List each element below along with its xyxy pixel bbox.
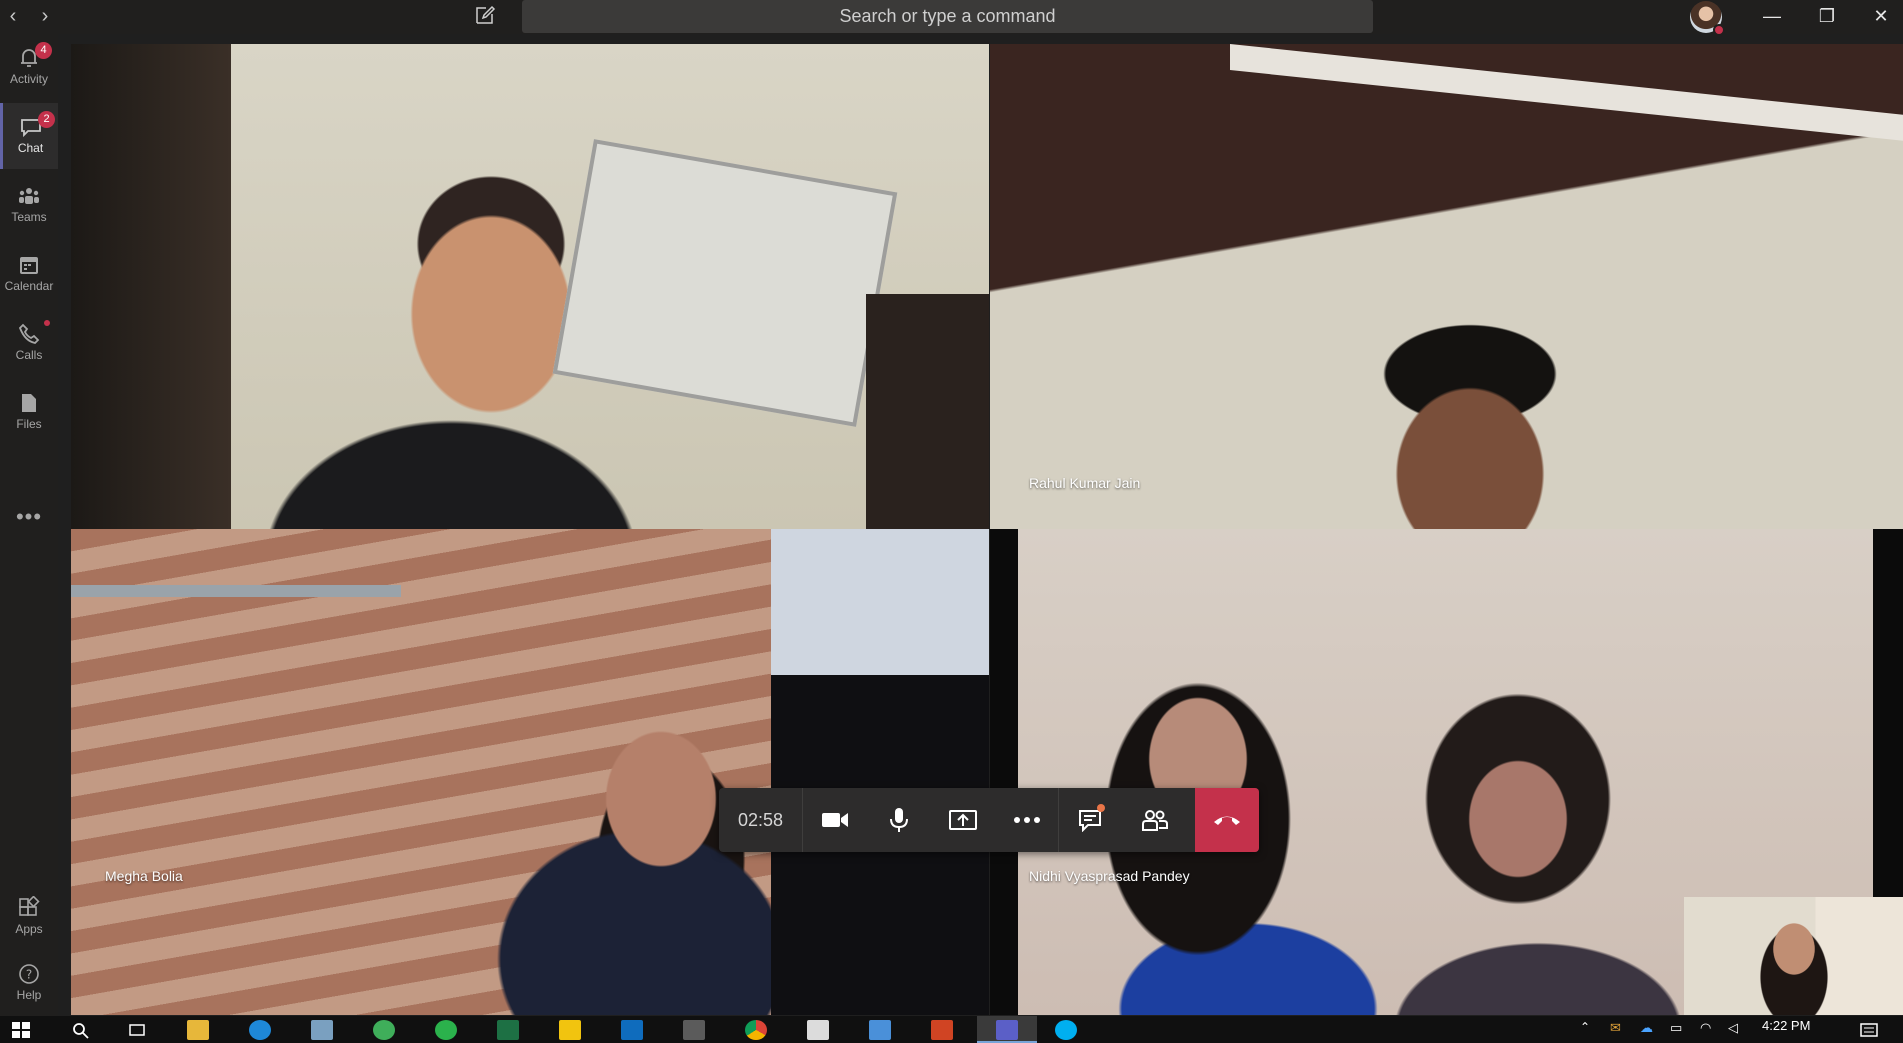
notification-badge: 4 — [35, 42, 52, 59]
more-apps-icon[interactable]: ••• — [0, 504, 58, 530]
camera-toggle-button[interactable] — [803, 788, 867, 852]
more-actions-button[interactable] — [995, 788, 1059, 852]
task-view-icon[interactable] — [126, 1020, 148, 1040]
rail-item-label: Files — [16, 417, 42, 431]
app-rail: Activity 4 Chat 2 Teams Calendar Calls F… — [0, 34, 58, 1016]
control-panel-icon[interactable] — [869, 1020, 891, 1040]
video-tile-rahul-kumar-jain[interactable]: Rahul Kumar Jain — [990, 44, 1903, 529]
self-view-video[interactable] — [1684, 897, 1903, 1015]
rail-item-label: Help — [16, 988, 42, 1002]
profile-avatar[interactable] — [1690, 1, 1725, 36]
participant-name: Nidhi Vyasprasad Pandey — [1029, 868, 1190, 884]
notification-badge: 2 — [38, 111, 55, 128]
edge-browser-icon[interactable] — [249, 1020, 271, 1040]
hang-up-icon — [1214, 816, 1240, 825]
search-icon[interactable] — [70, 1020, 92, 1040]
hang-up-button[interactable] — [1195, 788, 1259, 852]
photos-icon[interactable] — [807, 1020, 829, 1040]
participants-icon — [1142, 810, 1168, 831]
file-explorer-icon[interactable] — [187, 1020, 209, 1040]
phone-icon — [18, 323, 40, 344]
share-screen-icon — [949, 810, 977, 830]
show-conversation-button[interactable] — [1059, 788, 1123, 852]
camera-icon — [822, 813, 848, 827]
help-icon: ? — [19, 964, 39, 984]
rail-item-label: Apps — [15, 922, 43, 936]
rail-item-label: Teams — [11, 210, 47, 224]
wifi-tray-icon[interactable]: ◠ — [1700, 1020, 1722, 1040]
mail-tray-icon[interactable]: ✉ — [1610, 1020, 1632, 1040]
volume-tray-icon[interactable]: ◁ — [1728, 1020, 1750, 1040]
rail-item-calendar[interactable]: Calendar — [0, 241, 58, 307]
title-bar: ‹ › Search or type a command — ❐ ✕ — [0, 0, 1903, 36]
powerpoint-icon[interactable] — [931, 1020, 953, 1040]
close-button[interactable]: ✕ — [1858, 0, 1903, 32]
app-green-icon[interactable] — [373, 1020, 395, 1040]
file-icon — [22, 394, 36, 412]
battery-tray-icon: ▭ — [1670, 1020, 1683, 1035]
rail-item-label: Calls — [15, 348, 43, 362]
video-tile-megha-bolia[interactable]: Megha Bolia — [71, 529, 989, 1015]
rail-item-files[interactable]: Files — [0, 379, 58, 445]
rail-item-apps[interactable]: Apps — [0, 884, 58, 950]
minimize-button[interactable]: — — [1749, 0, 1795, 32]
terminal-icon[interactable] — [683, 1020, 705, 1040]
rail-item-help[interactable]: ? Help — [0, 950, 58, 1016]
app-circle-icon[interactable] — [435, 1020, 457, 1040]
background-tubelight — [71, 585, 401, 597]
background-door — [866, 294, 989, 529]
new-message-dot-icon — [1097, 804, 1105, 812]
share-screen-button[interactable] — [931, 788, 995, 852]
unread-dot-icon — [44, 320, 50, 326]
rail-item-label: Calendar — [4, 279, 54, 293]
rail-item-label: Chat — [17, 141, 44, 155]
call-timer: 02:58 — [719, 788, 803, 852]
participant-more-options-icon[interactable]: ••• — [210, 470, 232, 491]
rail-item-label: Activity — [9, 72, 48, 86]
calendar-icon — [20, 257, 38, 274]
action-center-icon[interactable] — [1858, 1020, 1880, 1040]
search-input[interactable]: Search or type a command — [522, 0, 1373, 33]
rail-item-chat[interactable]: Chat 2 — [0, 103, 58, 169]
back-arrow-icon[interactable]: ‹ — [0, 2, 26, 30]
paint-icon[interactable] — [311, 1020, 333, 1040]
compose-icon[interactable] — [474, 4, 496, 26]
taskbar-clock[interactable]: 4:22 PM — [1762, 1018, 1810, 1033]
microphone-icon — [890, 808, 908, 832]
skype-icon[interactable] — [1055, 1020, 1077, 1040]
outlook-icon[interactable] — [621, 1020, 643, 1040]
rail-item-teams[interactable]: Teams — [0, 172, 58, 238]
apps-icon — [19, 896, 40, 916]
more-icon — [1013, 817, 1040, 823]
forward-arrow-icon[interactable]: › — [32, 2, 58, 30]
chrome-icon[interactable] — [745, 1020, 767, 1040]
participant-name: Rahul Kumar Jain — [1029, 475, 1141, 491]
windows-taskbar: ⌃ ✉ ☁ ▭ ◠ ◁ 4:22 PM — [0, 1016, 1903, 1043]
svg-text:?: ? — [26, 968, 32, 982]
windows-start-icon[interactable] — [10, 1020, 32, 1040]
participant-name: Megha Bolia — [105, 868, 183, 884]
rail-item-activity[interactable]: Activity 4 — [0, 34, 58, 100]
excel-icon[interactable] — [497, 1020, 519, 1040]
sticky-notes-icon[interactable] — [559, 1020, 581, 1040]
participant-name: Karan Chopra — [105, 475, 193, 491]
teams-taskbar-icon[interactable] — [996, 1020, 1018, 1040]
rail-item-calls[interactable]: Calls — [0, 310, 58, 376]
presence-status-icon — [1713, 24, 1725, 36]
mic-toggle-button[interactable] — [867, 788, 931, 852]
cloud-tray-icon[interactable]: ☁ — [1640, 1020, 1662, 1040]
restore-button[interactable]: ❐ — [1804, 0, 1850, 32]
teams-icon — [19, 188, 39, 204]
tray-chevron-icon[interactable]: ⌃ — [1580, 1020, 1602, 1040]
show-participants-button[interactable] — [1123, 788, 1187, 852]
call-controls-bar: 02:58 — [719, 788, 1259, 852]
video-tile-karan-chopra[interactable]: Karan Chopra ••• — [71, 44, 989, 529]
